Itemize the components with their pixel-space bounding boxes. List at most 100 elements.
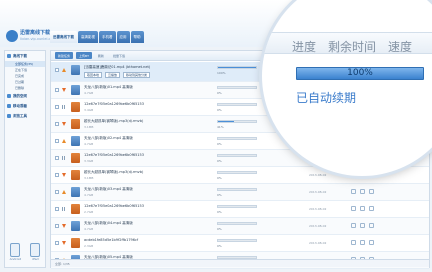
task-size: 3.4GB [84,108,94,112]
task-name[interactable]: 天龙八部(新版)01.mp4 高清版 [84,85,214,90]
row-checkbox[interactable] [55,241,59,245]
sidebar-section-tools[interactable]: 浏览工具 [5,111,45,121]
progress-bar [217,188,257,191]
video-file-icon [71,187,80,197]
row-action-1[interactable]: 云播放 [105,72,121,78]
task-name[interactable]: 天龙八部(新版)04.mp4 高清版 [84,221,214,226]
task-name[interactable]: 越长大越孤单(钢琴版).mp3(dj.rmvb) [84,119,214,124]
batch-download-button[interactable]: 批量下载 [110,52,128,59]
progress-bar [217,205,257,208]
task-size: 2.7GB [84,210,94,214]
task-name[interactable]: 12e67e7f05e0a1269be6b0f65153 [84,102,214,106]
task-row[interactable]: acdeb1fe85d5e1b9f2ffb1796cf 2.3GB 0% 2013-0… [51,235,429,252]
play-icon[interactable] [360,189,365,194]
video-file-icon [71,85,80,95]
status-pause-icon [62,105,65,109]
row-actions [351,240,374,245]
delete-icon[interactable] [369,189,374,194]
xunlei-logo-icon [6,30,18,42]
status-up-icon [62,139,66,143]
progress-percent: 0% [217,210,222,214]
row-checkbox[interactable] [55,224,59,228]
task-name[interactable]: acdeb1fe85d5e1b9f2ffb1796cf [84,238,214,242]
download-icon[interactable] [351,223,356,228]
task-name[interactable]: 越长大越孤单(钢琴版).mp3(dj.rmvb) [84,170,214,175]
ipad-link[interactable]: iPad [30,243,41,261]
remaining-time-column-header: 剩余时间 [328,40,377,54]
task-date: 2013-08-02 [309,207,327,211]
nav-tab-2[interactable]: 手机看 [99,31,116,43]
row-checkbox[interactable] [55,88,59,92]
row-checkbox[interactable] [55,190,59,194]
ipad-label: iPad [32,257,39,261]
nav-tab-3[interactable]: 应用 [116,31,130,43]
new-task-button[interactable]: 新建任务 [55,52,74,59]
progress-bar [217,103,257,106]
task-size: 3.1MB [84,125,94,129]
video-file-icon [71,136,80,146]
ipad-icon [30,243,41,257]
android-phone-icon [9,243,20,257]
task-name[interactable]: 天龙八部(新版)02.mp4 高清版 [84,136,214,141]
row-checkbox[interactable] [55,139,59,143]
video-file-icon [71,65,80,75]
play-icon[interactable] [360,240,365,245]
row-action-2[interactable]: 移动到其他分类 [123,72,151,78]
task-date: 2013-08-02 [309,224,327,228]
task-row[interactable]: 天龙八部(新版)03.mp4 高清版 4.7GB 0% 2013-08-02 [51,184,429,201]
progress-percent: 0% [217,176,222,180]
status-down-icon [62,88,66,92]
delete-icon[interactable] [369,206,374,211]
row-checkbox[interactable] [55,105,59,109]
file-icon [71,153,80,163]
nav-tab-4[interactable]: 帮助 [130,31,144,43]
row-checkbox[interactable] [55,207,59,211]
row-checkbox[interactable] [55,68,59,72]
task-name[interactable]: 天龙八部(新版)03.mp4 高清版 [84,187,214,192]
android-label: Android [9,257,22,261]
status-down-icon [62,173,66,177]
sidebar-section-space[interactable]: 我的空间 [5,91,45,101]
progress-percent: 0% [217,227,222,231]
sidebar-title[interactable]: 离线下载 [5,51,45,61]
row-checkbox[interactable] [55,173,59,177]
task-row[interactable]: 天龙八部(新版)04.mp4 高清版 4.7GB 0% 2013-08-02 [51,218,429,235]
progress-percent: 0% [217,193,222,197]
row-checkbox[interactable] [55,156,59,160]
progress-percent: 0% [217,91,222,95]
task-name[interactable]: 12e67e7f05e0a1269be6b0f65153 [84,204,214,208]
download-icon[interactable] [351,240,356,245]
play-icon[interactable] [360,223,365,228]
task-date: 2013-08-02 [309,241,327,245]
file-icon [71,119,80,129]
nav-tab-0[interactable]: 迅雷离线下载 [50,31,77,43]
row-actions [351,206,374,211]
nav-tab-1[interactable]: 高清影视 [78,31,98,43]
status-pause-icon [62,156,65,160]
task-row[interactable]: 12e67e7f05e0a1269be6b0f65153 2.7GB 0% 2013-… [51,201,429,218]
column-header-zoomed: 进度 剩余时间 速度 [262,32,432,54]
progress-bar [217,171,257,174]
download-icon[interactable] [351,189,356,194]
row-checkbox[interactable] [55,122,59,126]
task-name[interactable]: [迅雷高速]鹿鼎记01.mp4 (bthomet.net) [84,65,214,70]
progress-bar [217,154,257,157]
task-name[interactable]: 12e67e7f05e0a1269be6b0f65153 [84,153,214,157]
status-bar: 全部: 1/35 [51,259,429,267]
row-action-0[interactable]: 取回本地 [84,72,103,78]
android-link[interactable]: Android [9,243,22,261]
progress-percent: 0% [217,108,222,112]
delete-icon[interactable] [369,240,374,245]
delete-icon[interactable] [369,223,374,228]
refresh-button[interactable]: 刷新 [95,52,107,59]
progress-bar [217,222,257,225]
sidebar: 离线下载 全部任务(35) 正在下载 已完成 已过期 已删除 我的空间 移动观看 浏览工… [4,50,46,268]
play-icon[interactable] [360,206,365,211]
progress-bar [217,239,257,242]
status-down-icon [62,241,66,245]
progress-bar [217,86,257,89]
download-icon[interactable] [351,206,356,211]
upload-bt-button[interactable]: 上传BT [76,52,92,59]
sidebar-section-mobile[interactable]: 移动观看 [5,101,45,111]
task-size: 4.7GB [84,91,94,95]
